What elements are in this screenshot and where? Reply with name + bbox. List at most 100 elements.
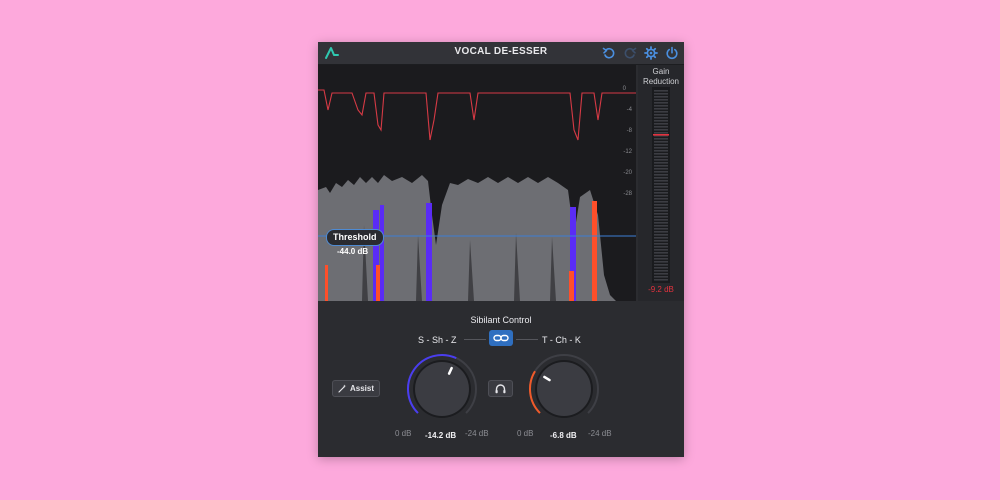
- meter-segment: [654, 204, 668, 206]
- knob-s-sh-z[interactable]: [402, 349, 482, 429]
- meter-segment: [654, 189, 668, 191]
- sibilance-marker-t-3: [569, 271, 574, 301]
- meter-segment: [654, 129, 668, 131]
- meter-segment: [654, 225, 668, 227]
- assist-button[interactable]: Assist: [332, 380, 380, 397]
- sibilance-marker-t-4: [592, 201, 597, 301]
- meter-segment: [654, 117, 668, 119]
- meter-segment: [654, 126, 668, 128]
- sibilance-marker-s-2: [380, 205, 384, 301]
- meter-segment: [654, 219, 668, 221]
- listen-button[interactable]: [488, 380, 513, 397]
- meter-segment: [654, 114, 668, 116]
- scale-label-1: -4: [627, 107, 633, 113]
- meter-segment: [654, 234, 668, 236]
- gain-reduction-peak-marker: [653, 134, 669, 136]
- settings-gear-icon[interactable]: [644, 46, 658, 60]
- meter-segment: [654, 177, 668, 179]
- meter-segment: [654, 228, 668, 230]
- power-icon[interactable]: [665, 46, 679, 60]
- meter-segment: [654, 168, 668, 170]
- meter-segment: [654, 216, 668, 218]
- meter-segment: [654, 156, 668, 158]
- knob-left-min-label: 0 dB: [395, 429, 412, 438]
- sibilance-marker-s-3: [426, 203, 432, 301]
- meter-segment: [654, 207, 668, 209]
- waveform-graph: 0 -4 -8 -12 -20 -28: [318, 86, 636, 301]
- meter-segment: [654, 93, 668, 95]
- meter-segment: [654, 279, 668, 281]
- meter-segment: [654, 108, 668, 110]
- sibilant-control-panel: Sibilant Control S - Sh - Z T - Ch - K A…: [318, 301, 684, 457]
- meter-segment: [654, 144, 668, 146]
- band-left-label: S - Sh - Z: [418, 335, 457, 345]
- meter-segment: [654, 171, 668, 173]
- knob-right-value: -6.8 dB: [550, 431, 577, 440]
- knob-right-max-label: -24 dB: [588, 429, 612, 438]
- plugin-window: VOCAL DE-ESSER 0 -4 -8 -12 -20 -28 Thres…: [318, 42, 684, 457]
- redo-icon[interactable]: [623, 46, 637, 60]
- scale-label-4: -20: [623, 170, 632, 176]
- scale-label-3: -12: [623, 149, 632, 155]
- meter-segment: [654, 192, 668, 194]
- meter-segment: [654, 162, 668, 164]
- meter-segment: [654, 243, 668, 245]
- meter-segment: [654, 153, 668, 155]
- meter-segment: [654, 180, 668, 182]
- meter-segment: [654, 267, 668, 269]
- meter-segment: [654, 102, 668, 104]
- meter-segment: [654, 132, 668, 134]
- gain-reduction-bar: [652, 87, 670, 283]
- knob-left-max-label: -24 dB: [465, 429, 489, 438]
- meter-segment: [654, 240, 668, 242]
- scale-label-0: 0: [623, 86, 627, 92]
- meter-segment: [654, 222, 668, 224]
- meter-segment: [654, 120, 668, 122]
- sibilance-marker-t-2: [376, 265, 380, 301]
- assist-label: Assist: [349, 384, 374, 393]
- sibilance-marker-t-1: [325, 265, 328, 301]
- meter-segment: [654, 159, 668, 161]
- knob-right-min-label: 0 dB: [517, 429, 534, 438]
- meter-segment: [654, 147, 668, 149]
- meter-segment: [654, 198, 668, 200]
- knob-right-body: [537, 362, 591, 416]
- section-title: Sibilant Control: [470, 315, 532, 325]
- band-right-label: T - Ch - K: [542, 335, 581, 345]
- meter-segment: [654, 186, 668, 188]
- meter-segment: [654, 150, 668, 152]
- meter-segment: [654, 258, 668, 260]
- meter-segment: [654, 231, 668, 233]
- meter-segment: [654, 165, 668, 167]
- meter-segment: [654, 255, 668, 257]
- meter-segment: [654, 252, 668, 254]
- meter-segment: [654, 237, 668, 239]
- gain-reduction-curve: [318, 89, 636, 141]
- scale-label-2: -8: [627, 128, 633, 134]
- meter-segment: [654, 273, 668, 275]
- meter-segment: [654, 105, 668, 107]
- knob-t-ch-k-graphic: [529, 354, 599, 418]
- knob-t-ch-k[interactable]: [524, 349, 604, 429]
- meter-segment: [654, 210, 668, 212]
- meter-segment: [654, 213, 668, 215]
- meter-segment: [654, 261, 668, 263]
- meter-segment: [654, 123, 668, 125]
- meter-segment: [654, 264, 668, 266]
- title-bar: VOCAL DE-ESSER: [318, 42, 684, 65]
- knob-left-body: [415, 362, 469, 416]
- link-line-left: [464, 339, 486, 340]
- link-button[interactable]: [489, 330, 513, 346]
- link-line-right: [516, 339, 538, 340]
- meter-segment: [654, 96, 668, 98]
- gain-reduction-label: Gain Reduction: [642, 67, 680, 86]
- headphones-icon: [495, 384, 506, 394]
- threshold-label[interactable]: Threshold: [326, 229, 384, 246]
- meter-segment: [654, 249, 668, 251]
- threshold-value: -44.0 dB: [337, 247, 369, 256]
- waveform-display[interactable]: 0 -4 -8 -12 -20 -28 Threshold -44.0 dB: [318, 65, 636, 301]
- undo-icon[interactable]: [602, 46, 616, 60]
- link-icon: [493, 334, 509, 342]
- meter-segment: [654, 183, 668, 185]
- meter-segment: [654, 138, 668, 140]
